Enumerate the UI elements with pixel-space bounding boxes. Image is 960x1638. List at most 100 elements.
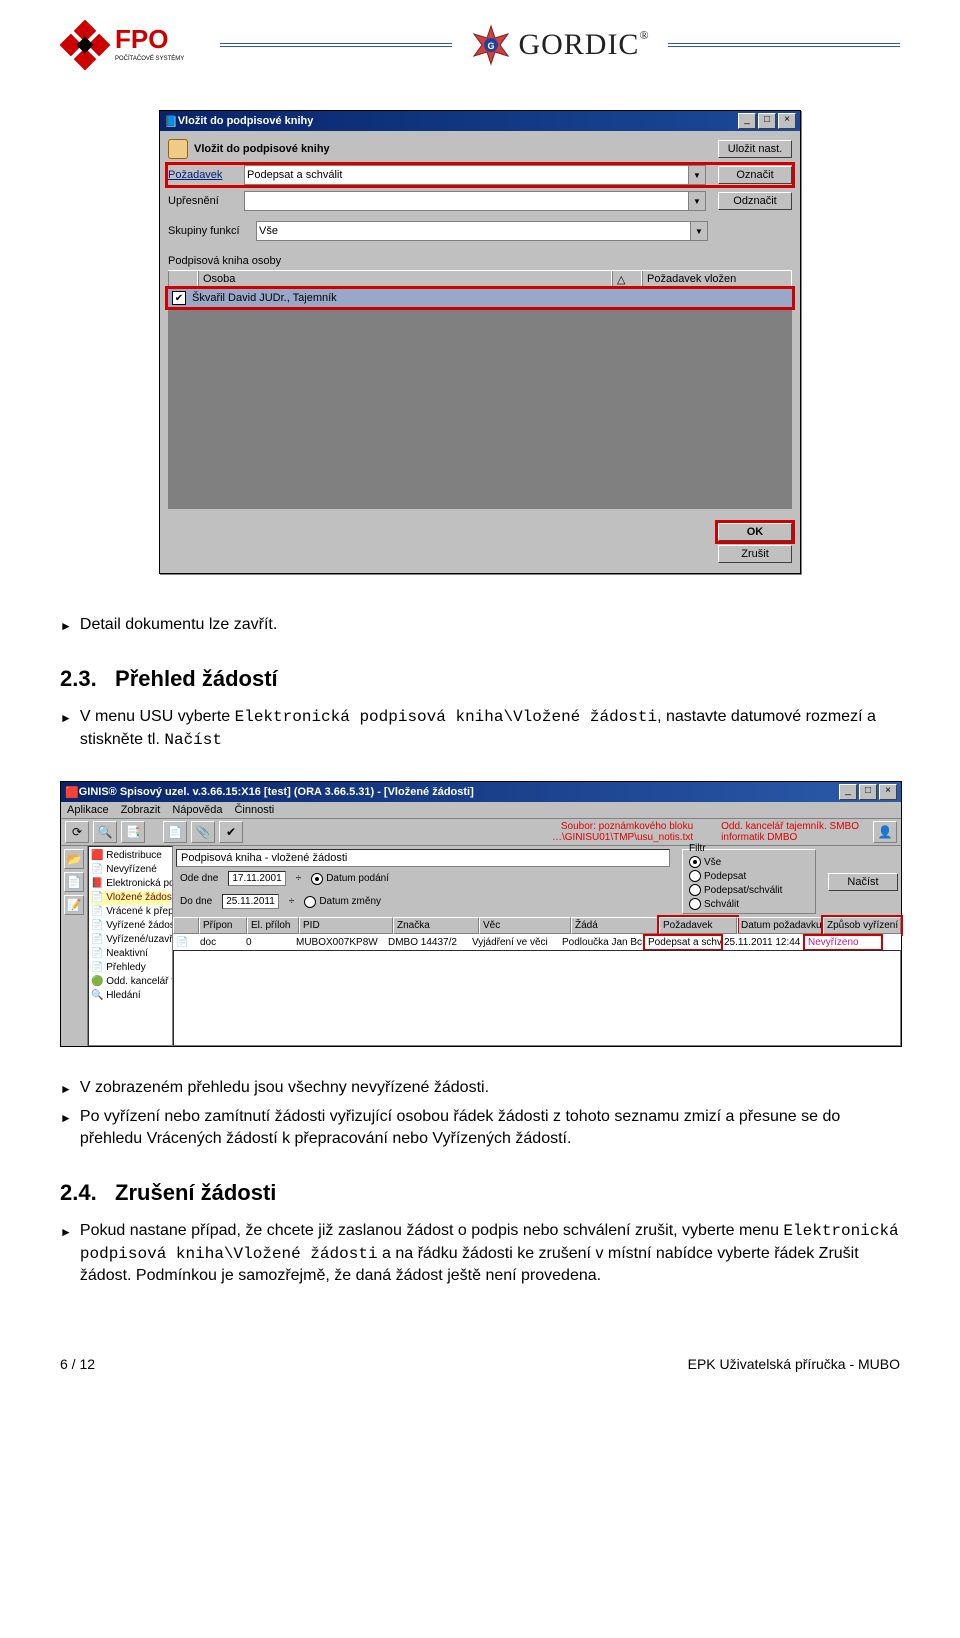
toolbar-btn-4[interactable]: 📄 <box>163 821 187 843</box>
svg-text:POČÍTAČOVÉ SYSTÉMY: POČÍTAČOVÉ SYSTÉMY <box>115 55 184 62</box>
col-datum[interactable]: Datum požadavku <box>737 917 823 934</box>
vt-btn-1[interactable]: 📂 <box>64 849 84 869</box>
toolbar-btn-1[interactable]: ⟳ <box>65 821 89 843</box>
nav-tree[interactable]: 🟥 Redistribuce 📄 Nevyřízené 📕 Elektronic… <box>88 846 173 1046</box>
doc-icon: 📄 <box>176 937 188 948</box>
to-date[interactable]: 25.11.2011 <box>222 894 279 909</box>
tree-epk[interactable]: 📕 Elektronická podpisová kniha <box>91 877 170 891</box>
grid-header: Osoba △ Požadavek vložen <box>168 270 792 289</box>
footer-title: EPK Uživatelská příručka - MUBO <box>688 1356 900 1372</box>
from-label: Ode dne <box>180 873 218 884</box>
radio-datum-zmeny[interactable]: Datum změny <box>304 896 381 908</box>
toolbar-btn-3[interactable]: 📑 <box>121 821 145 843</box>
chevron-down-icon[interactable]: ▼ <box>688 192 705 210</box>
radio-podepsat[interactable]: Podepsat <box>689 870 809 882</box>
header-rule-right <box>668 43 900 48</box>
gordic-text: GORDIC <box>518 28 639 61</box>
ok-button[interactable]: OK <box>718 523 792 541</box>
row-person: Škvařil David JUDr., Tajemník <box>192 292 337 304</box>
filter-group: Filtr Vše Podepsat Podepsat/schválit Sch… <box>682 849 816 914</box>
grid2-row[interactable]: 📄 doc 0 MUBOX007KP8W DMBO 14437/2 Vyjádř… <box>173 934 901 950</box>
cell-vec: Vyjádření ve věci <box>469 936 559 949</box>
radio-vse[interactable]: Vše <box>689 856 809 868</box>
refine-combo[interactable]: ▼ <box>244 191 706 211</box>
app-icon: 📘 <box>164 115 178 128</box>
pane-title: Podpisová kniha - vložené žádosti <box>176 849 670 867</box>
minimize-icon[interactable]: _ <box>839 784 857 800</box>
col-zada[interactable]: Žádá <box>571 917 659 934</box>
dialog-heading: Vložit do podpisové knihy <box>194 143 712 155</box>
header-rule-left <box>220 43 452 48</box>
col-pozadavek[interactable]: Požadavek <box>659 917 737 934</box>
dialog-titlebar[interactable]: 📘 Vložit do podpisové knihy _ □ × <box>160 111 800 131</box>
chevron-down-icon[interactable]: ▼ <box>688 166 705 184</box>
vt-btn-2[interactable]: 📄 <box>64 872 84 892</box>
grid2-header: Přípon El. příloh PID Značka Věc Žádá Po… <box>173 917 901 934</box>
menu-aplikace[interactable]: Aplikace <box>67 804 109 816</box>
vt-btn-3[interactable]: 📝 <box>64 895 84 915</box>
col-elpriloh[interactable]: El. příloh <box>247 917 299 934</box>
cell-datum: 25.11.2011 12:44 <box>721 936 805 949</box>
col-pripon[interactable]: Přípon <box>199 917 247 934</box>
status-line1: Soubor: poznámkového bloku <box>552 821 693 832</box>
tree-vlozene[interactable]: 📄 Vložené žádosti <box>91 891 170 905</box>
tree-vyrizene-u[interactable]: 📄 Vyřízené/uzavřené <box>91 933 170 947</box>
close-icon[interactable]: × <box>879 784 897 800</box>
save-settings-button[interactable]: Uložit nast. <box>718 140 792 158</box>
tree-hledani[interactable]: 🔍 Hledání <box>91 989 170 1003</box>
toolbar-user-icon[interactable]: 👤 <box>873 821 897 843</box>
cell-el: 0 <box>243 936 293 949</box>
cancel-button[interactable]: Zrušit <box>718 545 792 563</box>
tree-vyrizene-z[interactable]: 📄 Vyřízené žádosti <box>91 919 170 933</box>
chevron-down-icon[interactable]: ▼ <box>690 222 707 240</box>
app-icon: 🟥 <box>65 786 79 799</box>
dialog-title: Vložit do podpisové knihy <box>178 115 736 127</box>
close-icon[interactable]: × <box>778 113 796 129</box>
groups-combo[interactable]: Vše ▼ <box>256 221 708 241</box>
fpo-logo: FPO POČÍTAČOVÉ SYSTÉMY <box>60 20 210 70</box>
table-row[interactable]: ✔ Škvařil David JUDr., Tajemník <box>168 289 792 307</box>
page-footer: 6 / 12 EPK Uživatelská příručka - MUBO <box>60 1348 900 1372</box>
left-toolbar: 📂 📄 📝 <box>61 846 88 1046</box>
col-vec[interactable]: Věc <box>479 917 571 934</box>
col-request-inserted[interactable]: Požadavek vložen <box>642 271 792 288</box>
mark-button[interactable]: Označit <box>718 166 792 184</box>
radio-podschval[interactable]: Podepsat/schválit <box>689 884 809 896</box>
toolbar-btn-2[interactable]: 🔍 <box>93 821 117 843</box>
menu-napoveda[interactable]: Nápověda <box>172 804 222 816</box>
tree-redistribuce[interactable]: 🟥 Redistribuce <box>91 849 170 863</box>
from-date[interactable]: 17.11.2001 <box>228 871 285 886</box>
col-znacka[interactable]: Značka <box>393 917 479 934</box>
load-button[interactable]: Načíst <box>828 873 898 891</box>
refine-label: Upřesnění <box>168 195 238 207</box>
minimize-icon[interactable]: _ <box>738 113 756 129</box>
radio-datum-podani[interactable]: Datum podání <box>311 873 389 885</box>
maximize-icon[interactable]: □ <box>758 113 776 129</box>
request-label[interactable]: Požadavek <box>168 169 238 181</box>
after-bullet-2: Po vyřízení nebo zamítnutí žádosti vyřiz… <box>60 1106 900 1151</box>
tree-vracene[interactable]: 📄 Vrácené k přepracování <box>91 905 170 919</box>
menu-zobrazit[interactable]: Zobrazit <box>121 804 161 816</box>
maximize-icon[interactable]: □ <box>859 784 877 800</box>
filter-legend: Filtr <box>689 843 809 854</box>
status-dept: Odd. kancelář tajemník. SMBO <box>721 821 859 832</box>
tree-prehledy[interactable]: 📄 Přehledy <box>91 961 170 975</box>
col-pid[interactable]: PID <box>299 917 393 934</box>
col-osoba[interactable]: Osoba <box>198 271 612 288</box>
radio-schvalit[interactable]: Schválit <box>689 898 809 910</box>
tree-nevyrizene[interactable]: 📄 Nevyřízené <box>91 863 170 877</box>
menu-cinnosti[interactable]: Činnosti <box>234 804 274 816</box>
tree-neaktivni[interactable]: 📄 Neaktivní <box>91 947 170 961</box>
request-combo[interactable]: Podepsat a schválit ▼ <box>244 165 706 185</box>
gordic-reg: ® <box>639 28 649 42</box>
ginis-window: 🟥 GINIS® Spisový uzel. v.3.66.15:X16 [te… <box>60 781 902 1047</box>
toolbar-btn-6[interactable]: ✔ <box>219 821 243 843</box>
app-titlebar[interactable]: 🟥 GINIS® Spisový uzel. v.3.66.15:X16 [te… <box>61 782 901 802</box>
col-vyrizeni[interactable]: Způsob vyřízení <box>823 917 901 934</box>
grid-body: ✔ Škvařil David JUDr., Tajemník <box>168 289 792 509</box>
unmark-button[interactable]: Odznačit <box>718 192 792 210</box>
to-label: Do dne <box>180 896 212 907</box>
checkbox-icon[interactable]: ✔ <box>172 291 186 305</box>
tree-odd[interactable]: 🟢 Odd. kancelář tajemníka <box>91 975 170 989</box>
toolbar-btn-5[interactable]: 📎 <box>191 821 215 843</box>
